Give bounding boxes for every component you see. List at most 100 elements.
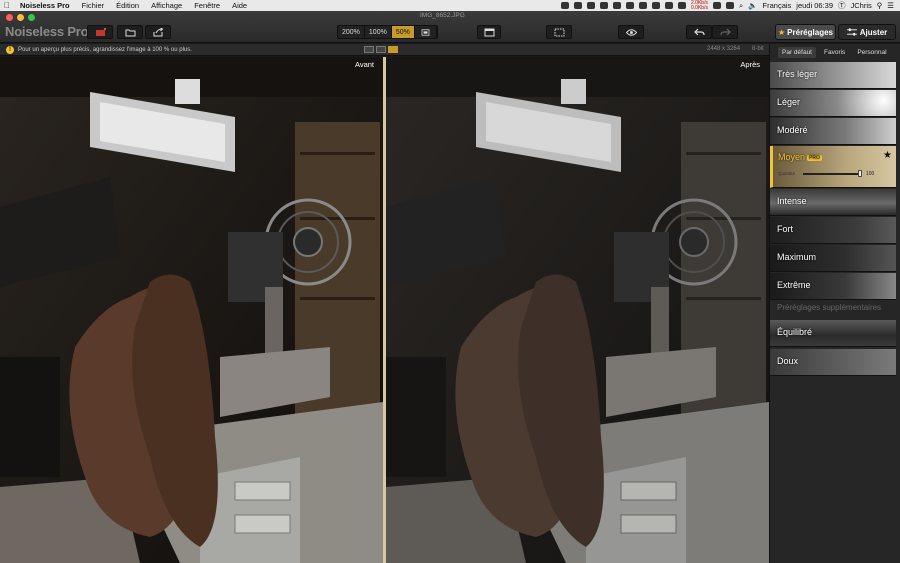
single-view-icon (484, 28, 494, 36)
menu-fichier[interactable]: Fichier (76, 1, 111, 10)
before-label: Avant (354, 60, 374, 69)
preset-label: Intense (777, 196, 807, 206)
preset-extreme[interactable]: Extrême (770, 273, 896, 300)
status-icon[interactable] (626, 2, 635, 9)
preset-label: Doux (777, 356, 799, 366)
quantity-value: 100 (866, 171, 875, 177)
quantity-slider-handle[interactable] (858, 170, 862, 177)
preset-fort[interactable]: Fort (770, 217, 896, 244)
preset-category-tabs: Par défaut Favoris Personnal (778, 47, 891, 58)
clock[interactable]: jeudi 06:39 (796, 1, 833, 10)
preset-equilibre[interactable]: Équilibré (770, 320, 896, 347)
before-photo (0, 57, 383, 563)
adjust-label: Ajuster (859, 27, 888, 37)
presets-button[interactable]: ★ Préréglages (775, 24, 836, 40)
quantity-slider-track[interactable] (803, 173, 859, 175)
user-name[interactable]: JChris (851, 1, 872, 10)
notification-icon[interactable]: ☰ (887, 1, 894, 10)
preset-maximum[interactable]: Maximum (770, 245, 896, 272)
status-area: 2.0Kb/s 0.0Kb/s ⌕ 🔈 Français jeudi 06:39… (561, 0, 900, 11)
before-image-pane[interactable]: Avant (0, 57, 383, 563)
volume-icon[interactable]: 🔈 (748, 1, 757, 10)
preset-tres-leger[interactable]: Très léger (770, 62, 896, 89)
preset-label: Équilibré (777, 327, 813, 337)
view-mode-selector (364, 46, 398, 53)
sliders-icon (846, 28, 857, 36)
zoom-100-button[interactable]: 100% (364, 26, 392, 38)
zoom-fit-button[interactable] (414, 26, 437, 38)
minimize-window-button[interactable] (17, 14, 24, 21)
menu-app[interactable]: Noiseless Pro (14, 1, 76, 10)
status-icon[interactable] (574, 2, 583, 9)
status-icon[interactable] (665, 2, 674, 9)
status-icon[interactable] (639, 2, 648, 9)
keyboard-layout[interactable]: Français (763, 1, 792, 10)
status-icon[interactable] (561, 2, 570, 9)
status-icon[interactable] (652, 2, 661, 9)
network-speed: 2.0Kb/s 0.0Kb/s (691, 0, 708, 11)
apple-icon[interactable]:  (0, 1, 14, 10)
preset-moyen[interactable]: Moyen PRO ★ Quantité 100 (770, 146, 896, 188)
status-icon[interactable] (613, 2, 622, 9)
fullscreen-window-button[interactable] (28, 14, 35, 21)
tab-default[interactable]: Par défaut (778, 47, 816, 58)
preset-doux[interactable]: Doux (770, 349, 896, 376)
view-side-by-side-icon[interactable] (388, 46, 398, 53)
menu-aide[interactable]: Aide (226, 1, 253, 10)
purchase-button[interactable] (87, 25, 113, 39)
after-image-pane[interactable]: Après (386, 57, 769, 563)
wifi-icon[interactable]: ⌕ (739, 1, 743, 11)
preset-moyen-label: Moyen (778, 152, 806, 162)
preset-label: Maximum (777, 252, 817, 262)
selection-icon (554, 28, 564, 36)
tab-personal[interactable]: Personnal (853, 47, 890, 58)
status-icon[interactable] (600, 2, 609, 9)
preset-leger[interactable]: Léger (770, 90, 896, 117)
quantity-slider-fill (803, 173, 859, 175)
window-controls (6, 14, 35, 21)
extra-presets-title: Préréglages supplémentaires (777, 303, 882, 312)
share-icon (153, 27, 163, 36)
preset-label: Très léger (777, 69, 818, 79)
menu-affichage[interactable]: Affichage (145, 1, 188, 10)
presets-label: Préréglages (787, 27, 833, 37)
info-bar: ! Pour un aperçu plus précis, agrandisse… (0, 44, 770, 56)
image-dimensions: 2448 x 3264 (707, 46, 741, 52)
preset-label: Fort (777, 224, 794, 234)
file-name: IMG_8652.JPG (420, 12, 465, 19)
menu-edition[interactable]: Édition (110, 1, 145, 10)
status-icon[interactable] (678, 2, 687, 9)
status-icon[interactable] (587, 2, 596, 9)
tab-favorites[interactable]: Favoris (820, 47, 849, 58)
cart-icon (95, 27, 106, 36)
preset-intense[interactable]: Intense (770, 189, 896, 216)
favorite-star-icon[interactable]: ★ (883, 150, 892, 161)
view-single-button[interactable] (477, 25, 501, 39)
open-file-button[interactable] (117, 25, 143, 39)
redo-button[interactable] (712, 25, 738, 39)
bluetooth-icon[interactable]: Ⓣ (838, 0, 846, 11)
preview-toggle-button[interactable] (618, 25, 644, 39)
spotlight-icon[interactable]: ⚲ (877, 1, 883, 10)
eye-icon (625, 28, 637, 36)
share-button[interactable] (145, 25, 171, 39)
zoom-50-button[interactable]: 50% (391, 26, 415, 38)
selection-button[interactable] (546, 25, 572, 39)
pro-badge: PRO (807, 154, 822, 161)
preset-label: Modéré (777, 125, 808, 135)
preset-modere[interactable]: Modéré (770, 118, 896, 145)
undo-button[interactable] (686, 25, 712, 39)
preset-label: Extrême (777, 280, 811, 290)
status-icon[interactable] (712, 2, 721, 9)
app-toolbar: Noiseless Pro IMG_8652.JPG 200% 100% 50%… (0, 11, 900, 43)
view-split-icon[interactable] (376, 46, 386, 53)
status-icon[interactable] (725, 2, 734, 9)
image-bit-depth: 8-bit (752, 46, 764, 52)
zoom-200-button[interactable]: 200% (338, 26, 365, 38)
adjust-button[interactable]: Ajuster (838, 24, 896, 40)
after-photo (386, 57, 769, 563)
close-window-button[interactable] (6, 14, 13, 21)
view-single-icon[interactable] (364, 46, 374, 53)
menu-fenetre[interactable]: Fenêtre (188, 1, 226, 10)
net-down: 0.0Kb/s (691, 4, 708, 11)
